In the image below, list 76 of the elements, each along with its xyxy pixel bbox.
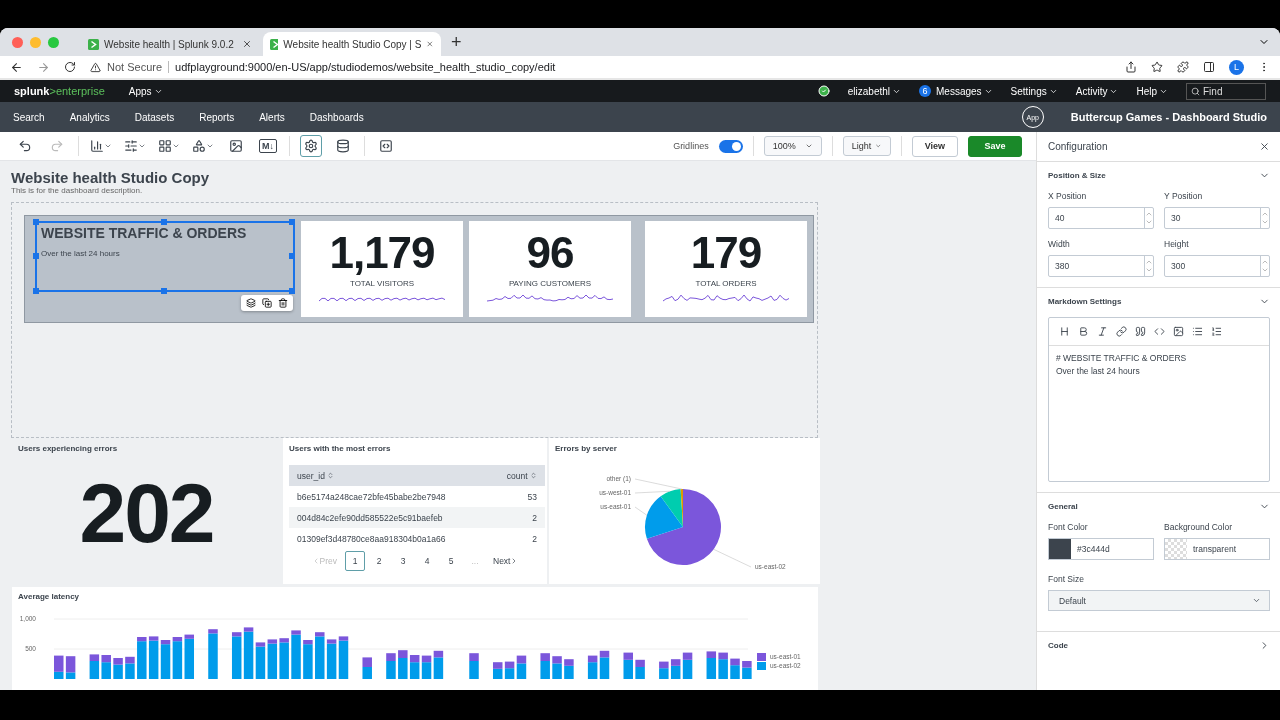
field-label: Font Color (1048, 522, 1089, 532)
save-button[interactable]: Save (968, 135, 1022, 157)
field-label: X Position (1048, 191, 1088, 201)
messages-menu[interactable]: 6 Messages (919, 85, 993, 97)
browser-tab[interactable]: Website health Studio Copy | S (263, 32, 441, 56)
browser-tab[interactable]: Website health | Splunk 9.0.2 (81, 32, 259, 56)
field-label: Font Size (1048, 574, 1085, 584)
top-menu[interactable]: Settings (1010, 85, 1058, 97)
section-title: Position & Size (1048, 171, 1106, 180)
panel-title: Average latency (18, 592, 81, 601)
security-label[interactable]: Not Secure (107, 61, 170, 73)
table-cell: 004d84c2efe90dd585522e5c91baefeb (289, 507, 489, 528)
code-section[interactable]: Code (1048, 640, 1270, 651)
single-value: 179 (690, 229, 762, 277)
panel-title: Configuration (1048, 141, 1108, 152)
table-cell: 53 (488, 486, 545, 507)
nav-link[interactable]: Search (13, 111, 45, 123)
single-value: 202 (78, 465, 215, 562)
font-size-dropdown[interactable]: Default (1048, 590, 1270, 611)
page-button[interactable]: 4 (417, 551, 437, 571)
column-header[interactable]: count (488, 465, 545, 486)
section-title: Markdown Settings (1048, 297, 1122, 306)
number-field[interactable]: 30 (1164, 207, 1270, 229)
find-field[interactable]: Find (1186, 82, 1266, 100)
page-button[interactable]: 1 (345, 551, 365, 571)
field-label: Y Position (1164, 191, 1204, 201)
nav-link[interactable]: Analytics (69, 111, 110, 123)
panel-title: Users with the most errors (289, 444, 392, 453)
app-title: Buttercup Games - Dashboard Studio (1070, 111, 1267, 123)
dashboard-description: This is for the dashboard description. (11, 186, 144, 196)
number-field[interactable]: 380 (1048, 255, 1154, 277)
field-label: Height (1164, 239, 1190, 249)
profile-avatar[interactable]: L (1229, 59, 1244, 75)
markdown-editor[interactable]: # WEBSITE TRAFFIC & ORDERS Over the last 24 hours (1048, 317, 1270, 482)
single-value-label: TOTAL ORDERS (695, 279, 757, 288)
next-button[interactable]: Next (489, 551, 523, 571)
section-title: General (1048, 502, 1078, 511)
color-field[interactable]: transparent (1164, 538, 1270, 560)
single-value: 1,179 (329, 229, 435, 277)
url-field[interactable]: udfplayground:9000/en-US/app/studiodemos/website_health_studio_copy/edit (175, 61, 556, 73)
table-cell: 2 (488, 507, 545, 528)
page-button[interactable]: 2 (369, 551, 389, 571)
user-menu[interactable]: elizabethl (847, 85, 902, 97)
color-field[interactable]: #3c444d (1048, 538, 1154, 560)
editor-line: # WEBSITE TRAFFIC & ORDERS (1056, 352, 1188, 365)
number-field[interactable]: 300 (1164, 255, 1270, 277)
page-button[interactable]: 3 (393, 551, 413, 571)
markdown-text: Over the last 24 hours (41, 249, 121, 258)
view-button[interactable]: View (911, 135, 958, 157)
new-tab-button[interactable]: + (451, 31, 462, 53)
gridlines-label: Gridlines (673, 141, 709, 151)
field-label: Width (1048, 239, 1071, 249)
nav-link[interactable]: Reports (199, 111, 235, 123)
zoom-dropdown[interactable]: 100% (763, 136, 822, 156)
apps-menu[interactable]: Apps (128, 85, 163, 97)
theme-dropdown[interactable]: Light (842, 136, 891, 156)
nav-link[interactable]: Datasets (134, 111, 175, 123)
number-field[interactable]: 40 (1048, 207, 1154, 229)
top-menu[interactable]: Help (1136, 85, 1168, 97)
editor-line: Over the last 24 hours (1056, 365, 1141, 378)
ellipsis: ... (470, 555, 480, 568)
nav-link[interactable]: Dashboards (309, 111, 364, 123)
single-value-label: TOTAL VISITORS (349, 279, 415, 288)
dashboard-title: Website health Studio Copy (11, 169, 211, 186)
page-button[interactable]: 5 (441, 551, 461, 571)
nav-link[interactable]: Alerts (259, 111, 285, 123)
table-cell: b6e5174a248cae72bfe45babe2be7948 (289, 486, 489, 507)
top-menu[interactable]: Activity (1075, 85, 1119, 97)
logo[interactable]: splunk>enterprise (14, 85, 105, 97)
single-value-label: PAYING CUSTOMERS (508, 279, 592, 288)
column-header[interactable]: user_id (289, 465, 489, 486)
markdown-heading: WEBSITE TRAFFIC & ORDERS (41, 225, 248, 241)
panel-title: Errors by server (555, 444, 618, 453)
field-label: Background Color (1164, 522, 1234, 532)
single-value: 96 (526, 229, 574, 277)
panel-title: Users experiencing errors (18, 444, 119, 453)
